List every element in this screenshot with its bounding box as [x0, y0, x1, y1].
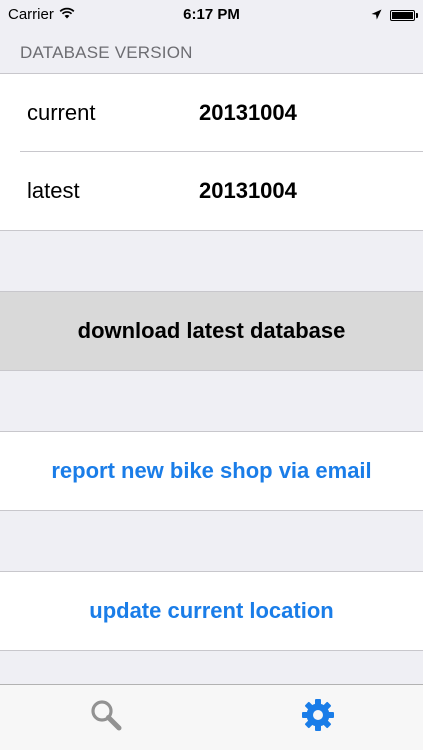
tab-settings[interactable]: [212, 685, 423, 750]
gear-icon: [300, 697, 336, 738]
tab-bar: [0, 684, 423, 750]
battery-level: [392, 12, 413, 19]
search-icon: [89, 698, 123, 737]
status-bar: Carrier 6:17 PM: [0, 0, 423, 32]
battery-tip: [416, 13, 418, 18]
section-header: DATABASE VERSION: [20, 43, 193, 62]
download-database-button[interactable]: download latest database: [0, 291, 423, 371]
status-right: [371, 7, 418, 24]
database-version-group: current 20131004 latest 20131004: [0, 73, 423, 231]
battery-icon: [390, 10, 418, 21]
latest-version-row: latest 20131004: [0, 152, 423, 230]
latest-value: 20131004: [199, 178, 297, 203]
current-value: 20131004: [199, 100, 297, 125]
update-location-button[interactable]: update current location: [0, 571, 423, 651]
latest-label: latest: [27, 178, 80, 203]
current-version-row: current 20131004: [0, 74, 423, 152]
current-label: current: [27, 100, 96, 125]
tab-search[interactable]: [0, 685, 211, 750]
location-arrow-icon: [371, 7, 382, 24]
report-bike-shop-button[interactable]: report new bike shop via email: [0, 431, 423, 511]
status-time: 6:17 PM: [183, 6, 240, 23]
